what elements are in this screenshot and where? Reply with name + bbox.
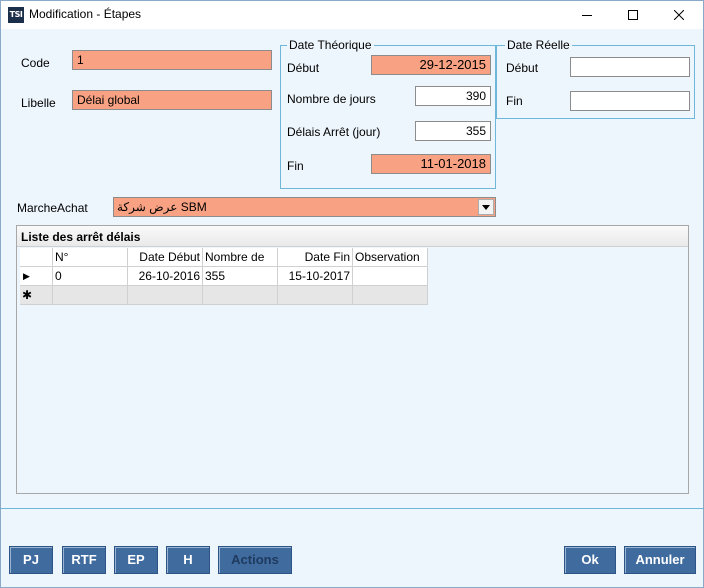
libelle-field[interactable]: Délai global [72, 90, 272, 110]
code-field[interactable]: 1 [72, 50, 272, 70]
cell-date-fin[interactable]: 15-10-2017 [278, 267, 353, 286]
reelle-fin-field[interactable] [570, 91, 690, 111]
marche-select[interactable]: عرض شركة SBM [113, 197, 496, 217]
reelle-debut-field[interactable] [570, 57, 690, 77]
new-cell[interactable] [53, 286, 128, 305]
h-button[interactable]: H [166, 546, 210, 574]
date-reelle-title: Date Réelle [505, 38, 572, 52]
code-label: Code [21, 56, 50, 70]
grid-corner [20, 248, 53, 267]
rtf-button[interactable]: RTF [62, 546, 106, 574]
minimize-icon [582, 15, 592, 16]
footer-divider [1, 508, 703, 509]
app-icon: TSI [8, 7, 24, 23]
theorique-fin-field[interactable]: 11-01-2018 [371, 154, 491, 174]
arret-list-panel: Liste des arrêt délais N° Date Début Nom… [16, 225, 689, 494]
theorique-fin-label: Fin [287, 159, 304, 173]
actions-button[interactable]: Actions [218, 546, 292, 574]
title-bar: TSI Modification - Étapes [1, 1, 703, 29]
jours-label: Nombre de jours [287, 92, 376, 106]
theorique-debut-field[interactable]: 29-12-2015 [371, 55, 491, 75]
theorique-debut-label: Début [287, 61, 320, 75]
date-theorique-group: Date Théorique Début 29-12-2015 Nombre d… [280, 38, 496, 189]
annuler-button[interactable]: Annuler [624, 546, 696, 574]
cell-num[interactable]: 0 [53, 267, 128, 286]
arret-field[interactable]: 355 [415, 121, 491, 141]
list-title: Liste des arrêt délais [21, 230, 141, 244]
window-title: Modification - Étapes [29, 7, 142, 21]
libelle-label: Libelle [21, 96, 56, 110]
arret-label: Délais Arrêt (jour) [287, 125, 381, 139]
cell-nombre[interactable]: 355 [203, 267, 278, 286]
marche-select-value: عرض شركة SBM [117, 200, 207, 214]
cell-observation[interactable] [353, 267, 428, 286]
new-cell[interactable] [278, 286, 353, 305]
column-header-nombre[interactable]: Nombre de [203, 248, 278, 267]
reelle-debut-label: Début [506, 61, 539, 75]
maximize-icon [628, 10, 638, 20]
column-header-date-fin[interactable]: Date Fin [278, 248, 353, 267]
jours-field[interactable]: 390 [415, 86, 491, 106]
dropdown-arrow-icon[interactable] [478, 199, 494, 215]
column-header-observation[interactable]: Observation [353, 248, 428, 267]
close-icon [674, 10, 684, 20]
cell-date-debut[interactable]: 26-10-2016 [128, 267, 203, 286]
minimize-button[interactable] [564, 1, 610, 29]
date-theorique-title: Date Théorique [287, 38, 374, 52]
ep-button[interactable]: EP [114, 546, 158, 574]
date-reelle-group: Date Réelle Début Fin [496, 38, 695, 119]
ok-button[interactable]: Ok [564, 546, 616, 574]
new-cell[interactable] [128, 286, 203, 305]
marche-label: MarcheAchat [17, 201, 88, 215]
current-row-icon: ▶ [20, 267, 53, 286]
new-cell[interactable] [353, 286, 428, 305]
maximize-button[interactable] [610, 1, 656, 29]
new-row-icon: ✱ [20, 286, 53, 305]
new-cell[interactable] [203, 286, 278, 305]
pj-button[interactable]: PJ [9, 546, 53, 574]
reelle-fin-label: Fin [506, 94, 523, 108]
column-header-date-debut[interactable]: Date Début [128, 248, 203, 267]
close-button[interactable] [656, 1, 702, 29]
list-header: Liste des arrêt délais [17, 226, 688, 247]
main-window: TSI Modification - Étapes Code 1 Libelle… [0, 0, 704, 588]
column-header-num[interactable]: N° [53, 248, 128, 267]
